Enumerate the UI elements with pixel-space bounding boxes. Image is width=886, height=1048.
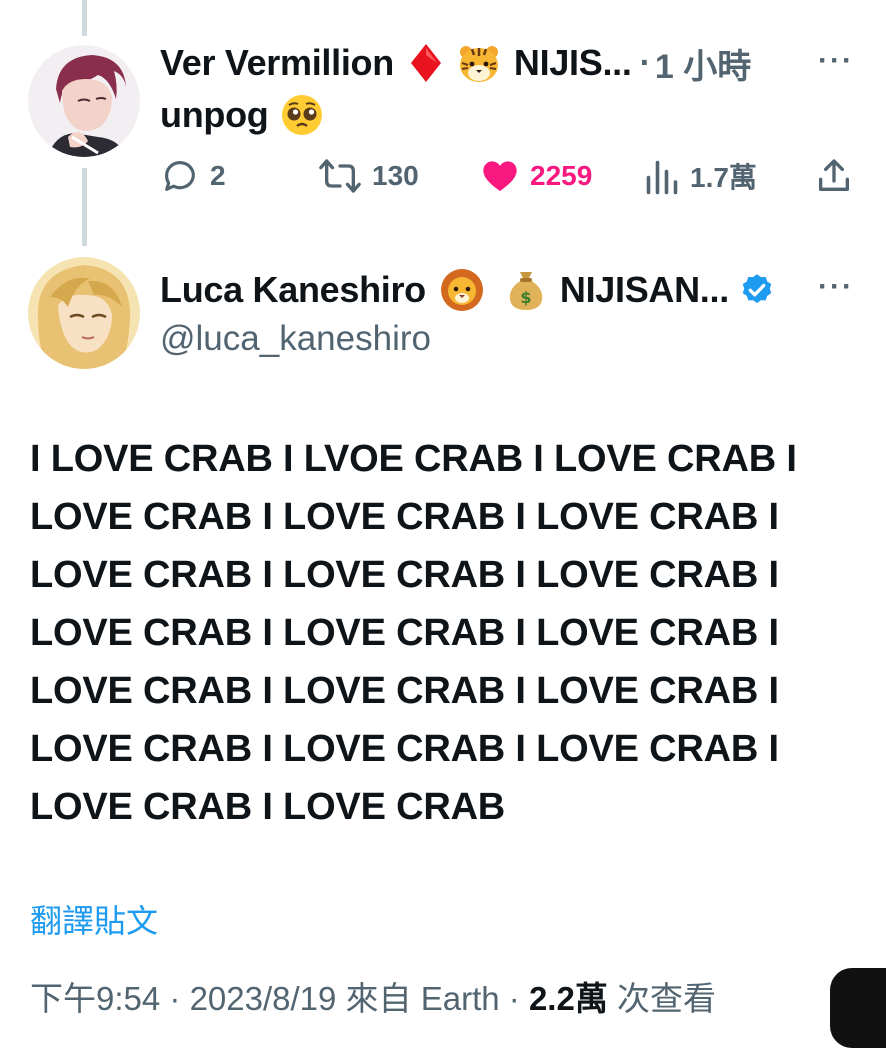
reply-action[interactable]: 2: [160, 156, 226, 196]
view-label: 次查看: [617, 980, 716, 1017]
comment-icon: [165, 161, 195, 191]
like-action[interactable]: 2259: [480, 156, 592, 196]
reply-separator: ·: [639, 43, 651, 82]
retweet-icon: [319, 159, 361, 193]
pleading-face-icon: [280, 93, 324, 137]
lion-face-icon: [440, 268, 484, 312]
reply-time[interactable]: 1 小時: [655, 39, 751, 88]
svg-text:$: $: [520, 288, 531, 307]
retweet-action[interactable]: 130: [318, 156, 419, 196]
tweet-time[interactable]: 下午9:54: [30, 980, 160, 1017]
retweet-count: 130: [372, 160, 419, 191]
views-action[interactable]: 1.7萬: [644, 156, 757, 196]
heart-filled-icon: [483, 161, 517, 191]
thread-line-middle: [82, 168, 87, 246]
view-count: 2.2萬: [528, 980, 608, 1017]
translate-post-link[interactable]: 翻譯貼文: [30, 896, 158, 942]
avatar-luca-kaneshiro[interactable]: [28, 257, 140, 369]
analytics-bar-icon: [646, 160, 678, 195]
reply-text: unpog: [160, 94, 269, 135]
avatar-illustration: [28, 257, 140, 369]
reply-more-icon[interactable]: ···: [818, 44, 854, 78]
reply-name-suffix: NIJIS...: [513, 42, 632, 83]
money-bag-icon: $: [506, 268, 546, 312]
red-diamond-icon: [410, 43, 442, 83]
like-count: 2259: [530, 160, 593, 191]
reply-count: 2: [210, 160, 226, 191]
share-icon: [819, 159, 849, 191]
meta-separator: ·: [169, 980, 181, 1017]
verified-badge-icon: [739, 272, 775, 308]
floating-action-button[interactable]: [830, 968, 886, 1048]
main-tweet-text: I LOVE CRAB I LVOE CRAB I LOVE CRAB I LO…: [30, 438, 797, 828]
reply-header: Ver Vermillion NIJIS... · 1 小時: [160, 40, 751, 86]
tweet-date-source: 2023/8/19 來自 Earth: [189, 980, 500, 1017]
main-header: Luca Kaneshiro $ NIJISAN...: [160, 266, 775, 314]
tweet-metadata: 下午9:54 · 2023/8/19 來自 Earth · 2.2萬 次查看: [30, 972, 716, 1020]
thread-line-top: [82, 0, 87, 36]
share-action[interactable]: [814, 156, 854, 196]
views-count: 1.7萬: [690, 162, 757, 193]
main-author-name[interactable]: Luca Kaneshiro: [160, 269, 426, 311]
main-name-suffix: NIJISAN...: [559, 269, 729, 310]
avatar-ver-vermillion[interactable]: [28, 45, 140, 157]
main-handle[interactable]: @luca_kaneshiro: [160, 316, 431, 362]
reply-body: unpog: [160, 92, 324, 138]
meta-separator: ·: [508, 980, 520, 1017]
tiger-face-icon: [458, 43, 500, 83]
reply-author-name[interactable]: Ver Vermillion: [160, 42, 394, 84]
avatar-illustration: [28, 45, 140, 157]
main-more-icon[interactable]: ···: [818, 270, 854, 304]
